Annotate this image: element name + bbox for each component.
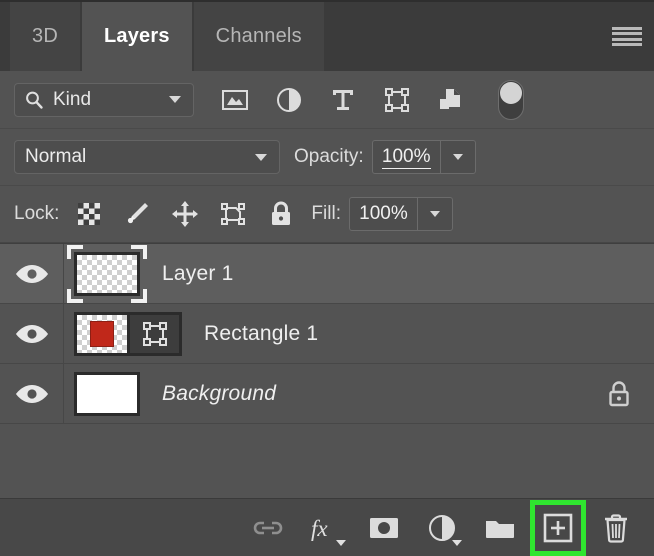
new-layer-button[interactable]: [530, 499, 586, 556]
lock-image-pixels-icon[interactable]: [121, 199, 153, 229]
chevron-down-icon[interactable]: [255, 153, 267, 161]
table-row[interactable]: Background: [0, 364, 654, 424]
filter-kind-label: Kind: [53, 88, 92, 110]
eye-icon: [15, 384, 48, 403]
lock-row: Lock: Fill: 100%: [0, 186, 654, 243]
panel-tab-bar: 3D Layers Channels: [0, 0, 654, 71]
opacity-label: Opacity:: [294, 146, 364, 167]
tab-channels[interactable]: Channels: [193, 2, 324, 71]
tab-3d-label: 3D: [32, 25, 58, 47]
layer-thumbnail-wrap[interactable]: [67, 244, 147, 303]
table-row[interactable]: Rectangle 1: [0, 304, 654, 364]
layer-thumbnails[interactable]: [67, 244, 147, 303]
link-icon: [253, 521, 283, 534]
chevron-down-icon: [429, 211, 440, 217]
lock-artboard-nesting-icon[interactable]: [217, 199, 249, 229]
eye-icon: [15, 324, 48, 343]
layer-thumbnail[interactable]: [74, 311, 130, 356]
search-icon: [23, 89, 45, 111]
mask-icon: [370, 517, 398, 538]
layer-visibility-toggle[interactable]: [0, 304, 64, 363]
new-adjustment-layer-button[interactable]: [418, 504, 466, 552]
shape-color-swatch: [90, 320, 114, 347]
filter-kind-dropdown[interactable]: Kind: [14, 82, 194, 117]
filter-adjustment-layers-icon[interactable]: [274, 85, 304, 115]
new-layer-plus-icon: [543, 513, 573, 542]
opacity-input[interactable]: 100%: [373, 141, 441, 173]
opacity-field[interactable]: 100%: [371, 140, 476, 174]
filter-shape-layers-icon[interactable]: [382, 85, 412, 115]
layer-list[interactable]: Layer 1 Rectangle 1 Background: [0, 243, 654, 498]
lock-buttons: [73, 199, 297, 229]
layer-name[interactable]: Rectangle 1: [204, 322, 318, 346]
filter-toggle-switch[interactable]: [498, 79, 524, 120]
chevron-down-icon: [452, 539, 462, 546]
menu-line: [612, 43, 642, 47]
layers-bottom-toolbar: fx: [0, 498, 654, 556]
fill-field[interactable]: 100%: [348, 197, 453, 231]
fill-dropdown-arrow[interactable]: [418, 198, 452, 230]
menu-line: [612, 32, 642, 36]
layer-visibility-toggle[interactable]: [0, 364, 64, 423]
tab-bar-filler: [327, 2, 654, 71]
menu-line: [612, 26, 642, 30]
layer-thumbnail[interactable]: [74, 251, 140, 296]
layer-thumbnail[interactable]: [74, 371, 140, 416]
tab-channels-label: Channels: [215, 25, 302, 47]
svg-text:fx: fx: [311, 516, 328, 541]
filter-toggle-knob: [500, 81, 522, 104]
adjustment-icon: [429, 514, 455, 541]
chevron-down-icon: [336, 539, 346, 546]
fx-icon: fx: [311, 516, 328, 541]
layer-visibility-toggle[interactable]: [0, 244, 64, 303]
layer-name[interactable]: Layer 1: [162, 262, 233, 286]
opacity-dropdown-arrow[interactable]: [441, 141, 475, 173]
menu-line: [612, 37, 642, 41]
eye-icon: [15, 264, 48, 283]
delete-layer-button[interactable]: [592, 504, 640, 552]
layer-thumbnails[interactable]: [74, 371, 140, 416]
lock-label: Lock:: [14, 203, 60, 224]
filter-pixel-layers-icon[interactable]: [220, 85, 250, 115]
lock-position-icon[interactable]: [169, 199, 201, 229]
layers-panel: 3D Layers Channels Kind Normal Opacity: …: [0, 0, 654, 556]
new-group-button[interactable]: [476, 504, 524, 552]
trash-icon: [605, 513, 627, 543]
blend-mode-value: Normal: [25, 146, 87, 167]
layer-filter-row: Kind: [0, 71, 654, 129]
chevron-down-icon: [452, 154, 463, 160]
layer-thumbnails[interactable]: [74, 311, 182, 356]
opacity-value: 100%: [381, 145, 431, 169]
filter-smart-object-layers-icon[interactable]: [436, 85, 466, 115]
link-layers-button[interactable]: [244, 504, 292, 552]
blend-mode-dropdown[interactable]: Normal: [14, 140, 280, 174]
fill-value: 100%: [359, 203, 408, 224]
layer-style-button[interactable]: fx: [302, 504, 350, 552]
tab-layers-label: Layers: [103, 25, 170, 47]
chevron-down-icon[interactable]: [169, 96, 181, 103]
vector-mask-thumbnail[interactable]: [130, 311, 182, 356]
filter-type-layers-icon[interactable]: [328, 85, 358, 115]
lock-all-icon[interactable]: [265, 199, 297, 229]
folder-icon: [486, 520, 514, 538]
lock-transparent-pixels-icon[interactable]: [73, 199, 105, 229]
tab-layers[interactable]: Layers: [81, 2, 192, 71]
panel-menu-icon[interactable]: [612, 25, 642, 49]
blend-mode-row: Normal Opacity: 100%: [0, 129, 654, 186]
table-row[interactable]: Layer 1: [0, 244, 654, 304]
add-layer-mask-button[interactable]: [360, 504, 408, 552]
fill-label: Fill:: [311, 203, 341, 224]
fill-input[interactable]: 100%: [350, 198, 418, 230]
layer-locked-icon: [606, 379, 632, 409]
filter-type-buttons: [220, 79, 524, 120]
layer-name[interactable]: Background: [162, 382, 276, 406]
tab-3d[interactable]: 3D: [10, 2, 80, 71]
